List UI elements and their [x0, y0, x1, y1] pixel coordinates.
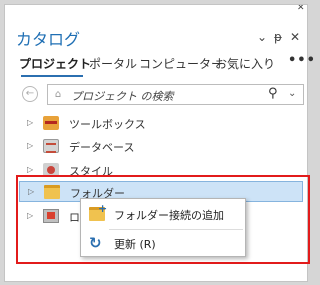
tree-item-toolbox[interactable]: ▷ ツールボックス [19, 113, 303, 134]
home-icon: ⌂ [54, 89, 62, 100]
top-close-icon[interactable]: ✕ [297, 5, 309, 11]
menu-item-label: 更新 (R) [114, 238, 156, 251]
expand-icon[interactable]: ▷ [27, 141, 33, 150]
pin-icon[interactable]: ᵽ [274, 31, 282, 43]
expand-icon[interactable]: ▷ [27, 118, 33, 127]
add-folder-connection-menu-item[interactable]: フォルダー接続の追加 [81, 202, 245, 225]
tab-project[interactable]: プロジェクト [19, 55, 91, 72]
more-options-icon[interactable]: ••• [288, 53, 316, 68]
close-icon[interactable]: ✕ [290, 31, 300, 43]
panel-title: カタログ [16, 30, 81, 49]
chevron-down-icon[interactable]: ⌄ [257, 31, 267, 43]
tree-item-label: データベース [69, 141, 135, 154]
database-icon [43, 139, 59, 153]
tree-item-database[interactable]: ▷ データベース [19, 136, 303, 157]
tab-favorites[interactable]: お気に入り [215, 55, 275, 72]
refresh-menu-item[interactable]: ↻ 更新 (R) [81, 232, 245, 254]
tab-computer[interactable]: コンピューター [139, 55, 223, 72]
toolbox-icon [43, 116, 59, 130]
expand-icon[interactable]: ▷ [27, 165, 33, 174]
search-icon[interactable]: ⚲ [268, 86, 278, 101]
folder-add-icon [89, 202, 107, 221]
search-dropdown-icon[interactable]: ⌄ [288, 88, 296, 99]
tree-item-label: ツールボックス [69, 118, 146, 131]
menu-item-label: フォルダー接続の追加 [114, 209, 224, 222]
menu-divider [109, 229, 243, 230]
search-placeholder: プロジェクト の検索 [71, 90, 174, 103]
back-icon[interactable]: ← [22, 86, 38, 102]
active-tab-indicator [21, 75, 83, 77]
tab-portal[interactable]: ポータル [89, 55, 137, 72]
search-input[interactable]: ⌂ プロジェクト の検索 ⚲ ⌄ [47, 84, 304, 105]
context-menu: フォルダー接続の追加 ↻ 更新 (R) [80, 198, 246, 257]
refresh-icon: ↻ [89, 234, 102, 252]
